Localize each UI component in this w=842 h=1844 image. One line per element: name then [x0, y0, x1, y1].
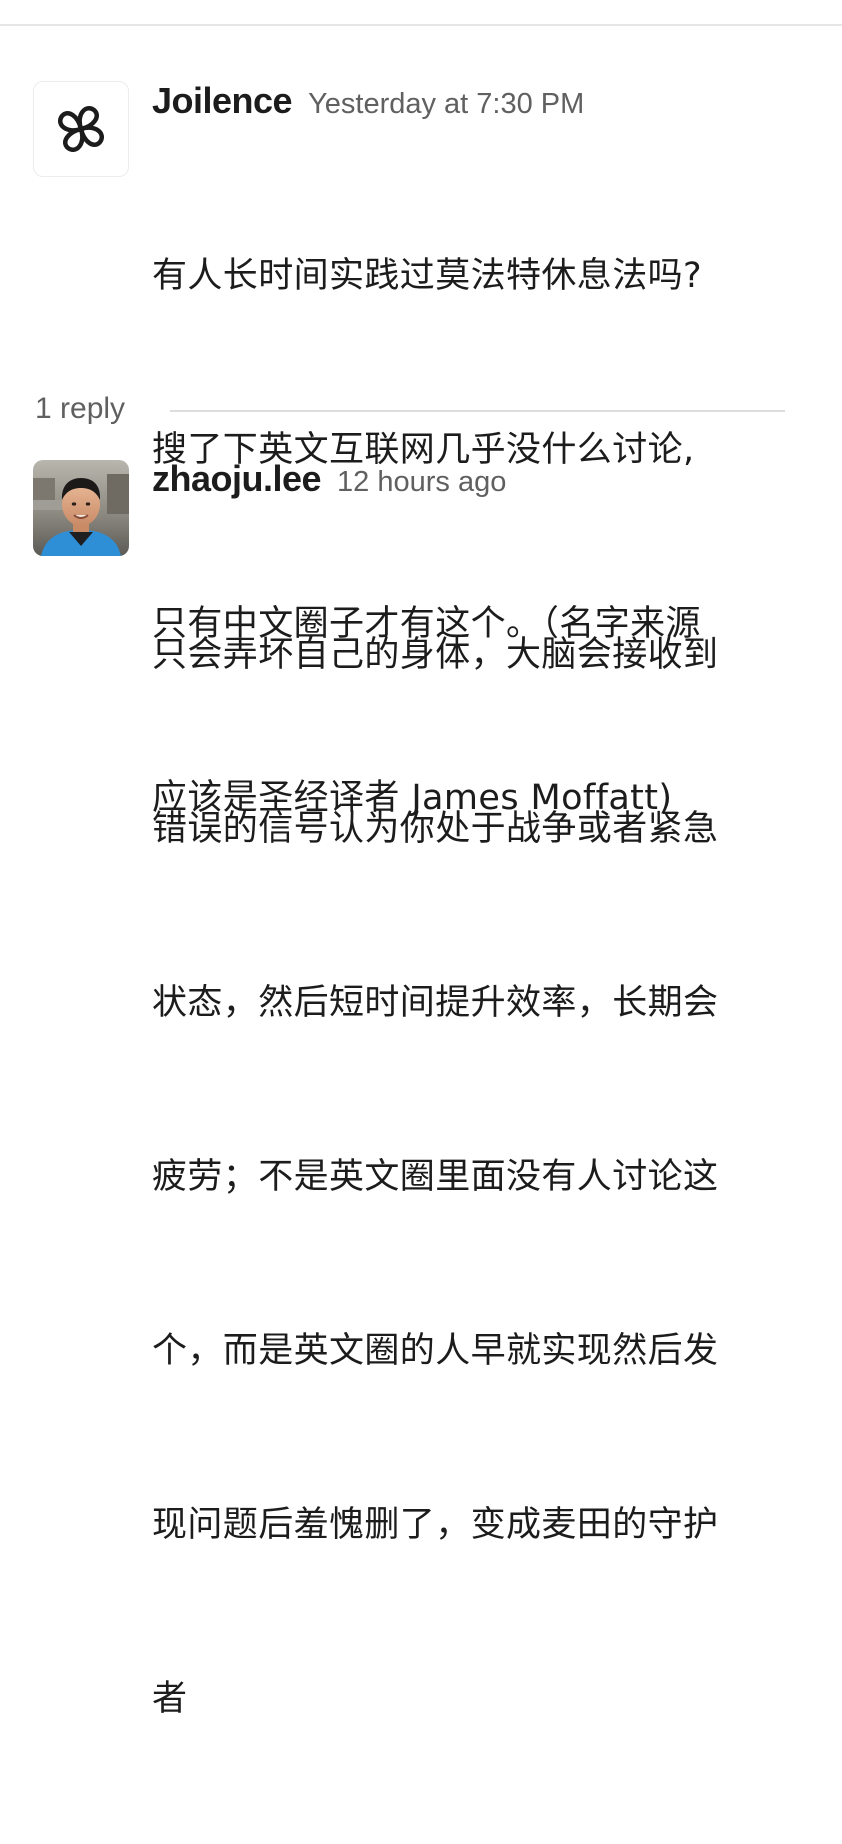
message-line: 疲劳；不是英文圈里面没有人讨论这 — [152, 1157, 719, 1197]
message-body: 只会弄坏自己的身体，大脑会接收到 错误的信号认为你处于战争或者紧急 状态，然后短… — [152, 510, 802, 1844]
author-name[interactable]: Joilence — [152, 80, 293, 121]
message-header: Joilence Yesterday at 7:30 PM — [152, 80, 584, 122]
user-photo-avatar — [33, 460, 129, 556]
message-timestamp[interactable]: Yesterday at 7:30 PM — [308, 88, 584, 120]
message-line: 状态，然后短时间提升效率，长期会 — [152, 983, 719, 1023]
propeller-logo-icon — [58, 106, 104, 152]
message-line: 个，而是英文圈的人早就实现然后发 — [152, 1331, 719, 1371]
message-line: 有人长时间实践过莫法特休息法吗? — [152, 256, 702, 296]
message-line: 错误的信号认为你处于战争或者紧急 — [152, 809, 719, 849]
reply-count-link[interactable]: 1 reply — [35, 392, 125, 426]
message-line: 现问题后羞愧删了，变成麦田的守护 — [152, 1505, 719, 1545]
message-line: 只会弄坏自己的身体，大脑会接收到 — [152, 635, 719, 675]
message-timestamp[interactable]: 12 hours ago — [337, 466, 506, 498]
top-divider — [0, 24, 842, 26]
author-avatar[interactable] — [33, 460, 129, 556]
message-header: zhaoju.lee 12 hours ago — [152, 458, 506, 500]
message-line: 者 — [152, 1679, 188, 1719]
replies-divider: 1 reply — [35, 388, 795, 434]
divider-line — [170, 410, 785, 412]
author-name[interactable]: zhaoju.lee — [152, 458, 322, 499]
author-avatar[interactable] — [33, 81, 129, 177]
